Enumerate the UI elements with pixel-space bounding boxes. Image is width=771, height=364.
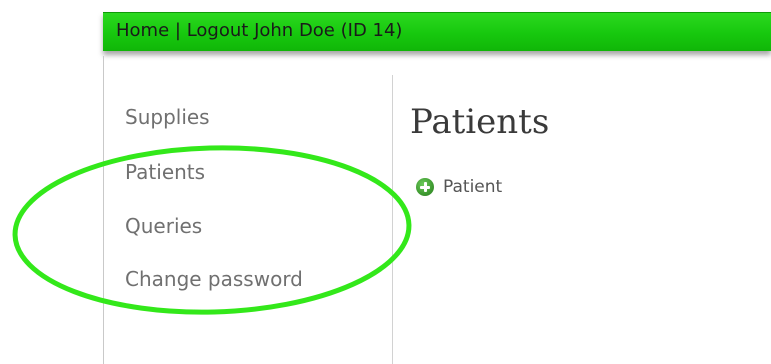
nav-separator: | [174, 20, 181, 41]
highlight-annotation [12, 145, 412, 315]
user-info: John Doe (ID 14) [254, 20, 403, 41]
sidebar-item-supplies[interactable]: Supplies [125, 105, 210, 129]
top-nav-bar: Home | Logout John Doe (ID 14) [103, 12, 771, 51]
sidebar-item-queries[interactable]: Queries [125, 214, 202, 238]
add-patient-button[interactable]: Patient [416, 176, 502, 198]
logout-link[interactable]: Logout [187, 20, 249, 41]
page-title: Patients [410, 102, 550, 142]
plus-circle-icon [416, 178, 434, 196]
sidebar-item-patients[interactable]: Patients [125, 160, 205, 184]
add-patient-label: Patient [443, 177, 503, 197]
sidebar-divider [392, 75, 393, 364]
sidebar-item-change-password[interactable]: Change password [125, 267, 303, 291]
top-nav-text: Home | Logout John Doe (ID 14) [116, 20, 402, 41]
left-border [103, 56, 104, 364]
home-link[interactable]: Home [116, 20, 169, 41]
